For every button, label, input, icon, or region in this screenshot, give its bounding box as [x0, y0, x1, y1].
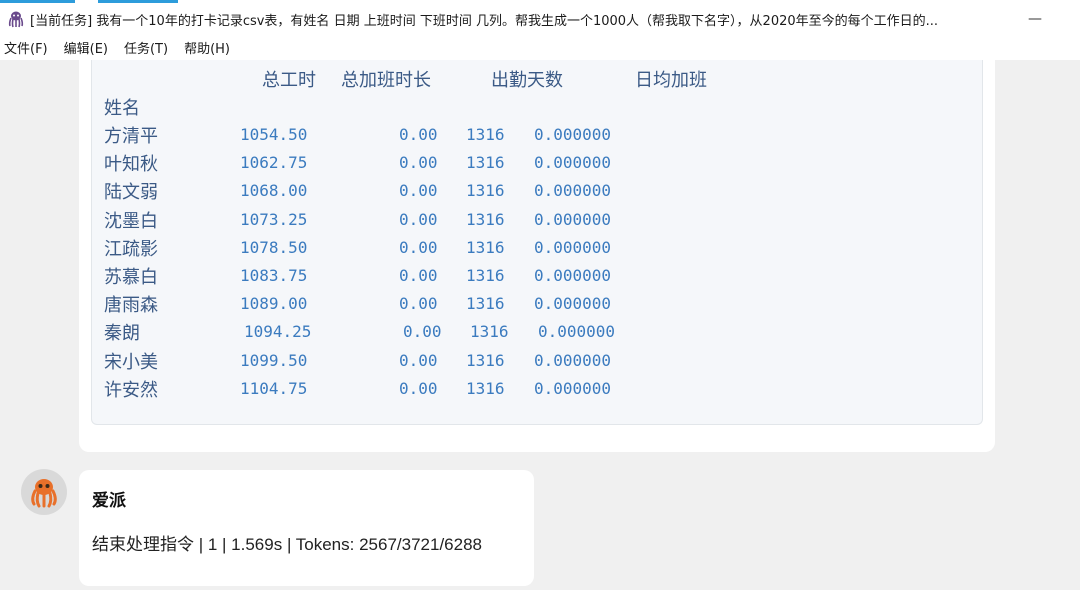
cell-days: 1316 [466, 125, 505, 144]
cell-name: 叶知秋 [104, 154, 158, 176]
cell-overtime: 0.00 [399, 378, 438, 398]
table-row: 江疏影 1078.50 0.00 1316 0.000000 [104, 235, 704, 263]
cell-name: 许安然 [104, 379, 158, 401]
chat-area[interactable]: 总工时 总加班时长 出勤天数 日均加班 姓名 方清平 1054.50 0.00 131… [0, 60, 1080, 590]
table-row: 许安然 1104.75 0.00 1316 0.000000 [104, 376, 704, 404]
cell-total-hours: 1094.25 [244, 322, 312, 342]
cell-total-hours: 1089.00 [240, 294, 308, 314]
cell-overtime: 0.00 [399, 294, 438, 314]
column-header-days: 出勤天数 [491, 70, 563, 91]
cell-avg-overtime: 0.000000 [534, 350, 612, 370]
table-row: 苏慕白 1083.75 0.00 1316 0.000000 [104, 263, 704, 291]
table-row: 唐雨森 1089.00 0.00 1316 0.000000 [104, 291, 704, 319]
avatar [21, 469, 67, 515]
cell-total-hours: 1083.75 [240, 266, 308, 285]
cell-days: 1316 [466, 237, 505, 257]
reply-card: 爱派 结束处理指令 | 1 | 1.569s | Tokens: 2567/37… [79, 470, 534, 586]
cell-days: 1316 [466, 266, 505, 285]
cell-name: 陆文弱 [104, 182, 158, 204]
tab-indicator [98, 0, 178, 3]
cell-days: 1316 [466, 153, 505, 173]
cell-overtime: 0.00 [399, 125, 438, 144]
cell-overtime: 0.00 [399, 237, 438, 257]
column-header-overtime: 总加班时长 [341, 70, 431, 91]
cell-days: 1316 [470, 322, 509, 342]
cell-avg-overtime: 0.000000 [534, 378, 612, 398]
cell-avg-overtime: 0.000000 [538, 322, 616, 342]
column-header-avg-overtime: 日均加班 [635, 70, 707, 91]
cell-overtime: 0.00 [399, 209, 438, 229]
cell-name: 宋小美 [104, 351, 158, 373]
tab-indicator [0, 0, 75, 3]
cell-total-hours: 1099.50 [240, 350, 308, 370]
cell-overtime: 0.00 [403, 322, 442, 342]
status-message: 结束处理指令 | 1 | 1.569s | Tokens: 2567/3721/… [92, 535, 482, 554]
cell-name: 方清平 [104, 126, 158, 147]
table-row: 沈墨白 1073.25 0.00 1316 0.000000 [104, 207, 704, 235]
table-row: 秦朗 1094.25 0.00 1316 0.000000 [104, 319, 704, 347]
table-row: 宋小美 1099.50 0.00 1316 0.000000 [104, 348, 704, 376]
cell-total-hours: 1078.50 [240, 237, 308, 257]
title-bar: [当前任务] 我有一个10年的打卡记录csv表，有姓名 日期 上班时间 下班时间… [0, 4, 1080, 34]
octopus-icon [6, 9, 26, 29]
cell-overtime: 0.00 [399, 181, 438, 201]
cell-name: 秦朗 [104, 323, 140, 345]
minimize-button[interactable]: — [1024, 7, 1046, 31]
cell-total-hours: 1073.25 [240, 209, 308, 229]
cell-overtime: 0.00 [399, 153, 438, 173]
cell-avg-overtime: 0.000000 [534, 153, 612, 173]
window-title: [当前任务] 我有一个10年的打卡记录csv表，有姓名 日期 上班时间 下班时间… [30, 13, 939, 29]
cell-days: 1316 [466, 350, 505, 370]
cell-avg-overtime: 0.000000 [534, 294, 612, 314]
menu-file[interactable]: 文件(F) [2, 38, 56, 57]
table-row: 方清平 1054.50 0.00 1316 0.000000 [104, 122, 704, 150]
menu-edit[interactable]: 编辑(E) [62, 38, 116, 57]
message-card: 总工时 总加班时长 出勤天数 日均加班 姓名 方清平 1054.50 0.00 131… [79, 60, 995, 452]
table-row: 叶知秋 1062.75 0.00 1316 0.000000 [104, 150, 704, 178]
cell-total-hours: 1104.75 [240, 378, 308, 398]
cell-name: 沈墨白 [104, 210, 158, 232]
cell-total-hours: 1062.75 [240, 153, 308, 173]
cell-name: 唐雨森 [104, 295, 158, 317]
cell-total-hours: 1054.50 [240, 125, 308, 144]
cell-overtime: 0.00 [399, 266, 438, 285]
cell-avg-overtime: 0.000000 [534, 209, 612, 229]
menu-help[interactable]: 帮助(H) [182, 38, 238, 57]
octopus-icon [31, 479, 57, 508]
cell-days: 1316 [466, 378, 505, 398]
cell-name: 江疏影 [104, 238, 158, 260]
menu-bar: 文件(F) 编辑(E) 任务(T) 帮助(H) [0, 34, 1080, 60]
cell-days: 1316 [466, 181, 505, 201]
cell-total-hours: 1068.00 [240, 181, 308, 201]
cell-avg-overtime: 0.000000 [534, 181, 612, 201]
cell-avg-overtime: 0.000000 [534, 237, 612, 257]
cell-days: 1316 [466, 294, 505, 314]
sender-name: 爱派 [92, 491, 126, 511]
cell-overtime: 0.00 [399, 350, 438, 370]
cell-name: 苏慕白 [104, 267, 158, 288]
cell-avg-overtime: 0.000000 [534, 125, 612, 144]
index-label: 姓名 [104, 98, 140, 119]
column-header-total-hours: 总工时 [262, 70, 316, 91]
output-block: 总工时 总加班时长 出勤天数 日均加班 姓名 方清平 1054.50 0.00 131… [91, 60, 983, 425]
cell-days: 1316 [466, 209, 505, 229]
table-row: 陆文弱 1068.00 0.00 1316 0.000000 [104, 178, 704, 206]
cell-avg-overtime: 0.000000 [534, 266, 612, 285]
menu-task[interactable]: 任务(T) [122, 38, 176, 57]
